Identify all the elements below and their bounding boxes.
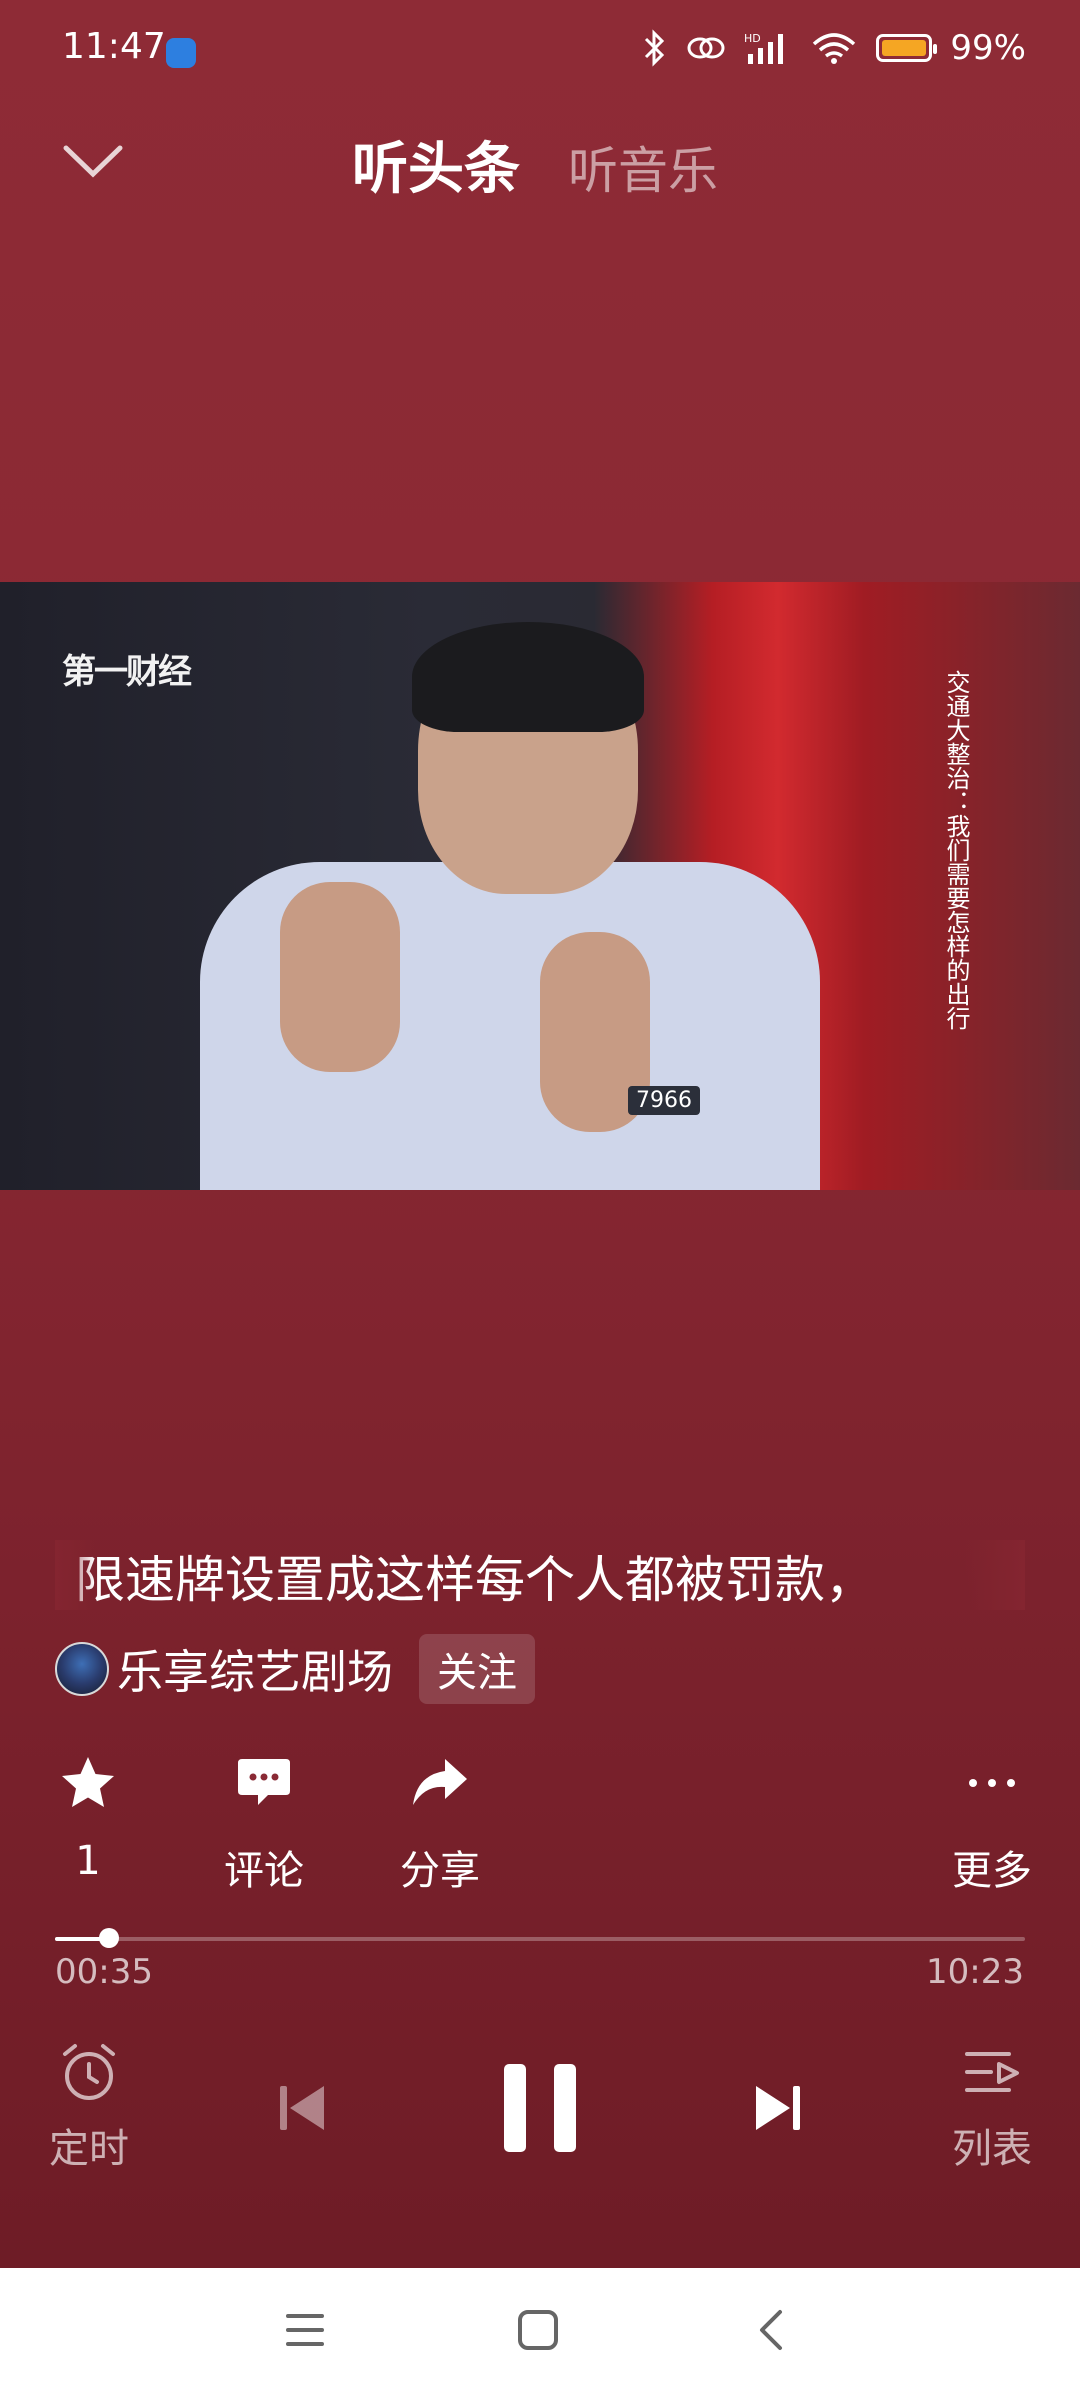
more-button[interactable]: 更多	[912, 1748, 1072, 1896]
follow-button[interactable]: 关注	[419, 1634, 535, 1704]
progress-knob[interactable]	[99, 1928, 120, 1948]
author-row: 乐享综艺剧场 关注	[55, 1634, 535, 1704]
share-button[interactable]: 分享	[360, 1748, 520, 1896]
more-dots-icon	[969, 1779, 1015, 1787]
playlist-label: 列表	[952, 2126, 1032, 2172]
comment-label: 评论	[224, 1848, 304, 1894]
favorite-button[interactable]: 1	[8, 1748, 168, 1884]
app-notification-icon	[166, 38, 196, 68]
battery-icon	[876, 34, 938, 62]
progress-slider[interactable]	[55, 1928, 1025, 1948]
total-time: 10:23	[926, 1952, 1024, 1992]
collapse-chevron-down-icon[interactable]	[58, 132, 128, 192]
pause-icon[interactable]	[500, 2060, 580, 2156]
track-title: ：限速牌设置成这样每个人都被罚款，	[55, 1551, 875, 1609]
track-title-marquee: ：限速牌设置成这样每个人都被罚款，	[55, 1540, 1025, 1610]
link-icon	[687, 37, 725, 59]
wifi-icon	[813, 33, 856, 64]
timer-label: 定时	[49, 2126, 129, 2172]
video-frame[interactable]: 第一财经 7966 交通大整治：我们需要怎样的出行	[0, 582, 1080, 1190]
back-icon[interactable]	[754, 2308, 786, 2352]
video-person-hair	[412, 622, 644, 732]
more-label: 更多	[952, 1848, 1032, 1894]
police-badge-number: 7966	[628, 1086, 700, 1115]
progress-track	[55, 1937, 1025, 1941]
timer-button[interactable]: 定时	[46, 2040, 132, 2174]
previous-track-icon[interactable]	[274, 2080, 330, 2136]
tab-music[interactable]: 听音乐	[568, 131, 718, 205]
menu-icon[interactable]	[284, 2308, 326, 2352]
author-avatar[interactable]	[55, 1642, 109, 1696]
share-label: 分享	[400, 1848, 480, 1894]
playlist-button[interactable]: 列表	[944, 2040, 1040, 2174]
battery-level-fill	[882, 40, 927, 56]
title-fade-right	[965, 1540, 1025, 1610]
playback-controls: 定时 列表	[0, 2040, 1080, 2190]
comment-icon	[238, 1759, 290, 1805]
tab-news[interactable]: 听头条	[352, 124, 520, 205]
author-name[interactable]: 乐享综艺剧场	[117, 1636, 393, 1702]
action-bar: 1 评论 分享 更多	[0, 1748, 1080, 1898]
status-bar: 11:47 HD 99%	[0, 0, 1080, 100]
svg-text:HD: HD	[744, 32, 761, 45]
video-side-caption: 交通大整治：我们需要怎样的出行	[942, 670, 970, 1030]
alarm-clock-icon	[63, 2044, 115, 2100]
title-fade-left	[55, 1540, 95, 1610]
video-person-hand-left	[280, 882, 400, 1072]
tabs: 听头条 听音乐	[352, 124, 718, 205]
system-navigation-bar	[0, 2268, 1080, 2400]
header: 听头条 听音乐	[0, 110, 1080, 210]
signal-icon: HD	[744, 32, 784, 64]
share-icon	[413, 1759, 467, 1805]
comment-button[interactable]: 评论	[184, 1748, 344, 1896]
next-track-icon[interactable]	[750, 2080, 806, 2136]
home-icon[interactable]	[516, 2308, 560, 2352]
favorite-count: 1	[75, 1838, 101, 1884]
status-time: 11:47	[62, 26, 166, 67]
current-time: 00:35	[55, 1952, 153, 1992]
bluetooth-icon	[645, 29, 665, 67]
channel-logo: 第一财经	[62, 652, 192, 692]
playlist-icon	[965, 2052, 1019, 2092]
battery-percent: 99%	[950, 28, 1026, 68]
player-screen: 11:47 HD 99% 听头条 听音乐 第一财经 7966 交通大整治：我们需…	[0, 0, 1080, 2268]
star-icon	[62, 1757, 114, 1807]
